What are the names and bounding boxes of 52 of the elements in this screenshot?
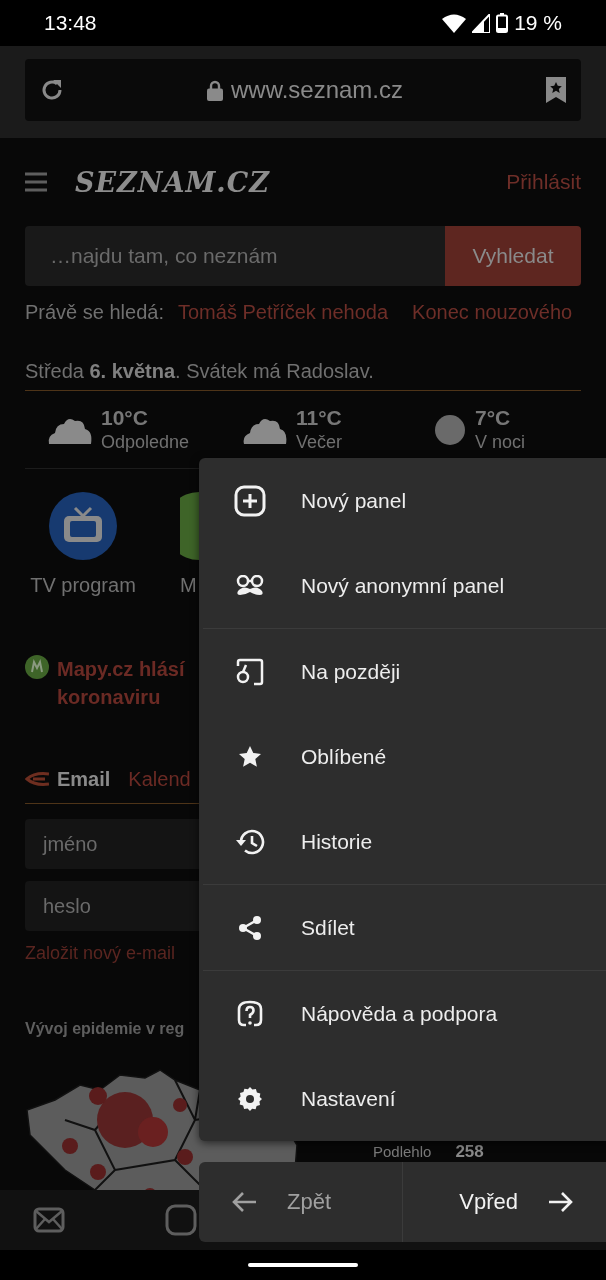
temperature: 10°C bbox=[101, 406, 149, 430]
menu-item[interactable]: Sdílet bbox=[199, 885, 606, 970]
stat-value: 258 bbox=[455, 1143, 484, 1160]
share-icon bbox=[237, 914, 263, 941]
search-button[interactable]: Vyhledat bbox=[445, 226, 581, 286]
menu-item[interactable]: Oblíbené bbox=[199, 714, 606, 799]
search-field[interactable]: …najdu tam, co neznám bbox=[25, 226, 445, 286]
mail-icon[interactable] bbox=[33, 1207, 65, 1233]
service-tab[interactable]: Email bbox=[25, 767, 111, 791]
battery-level: 19 % bbox=[514, 11, 562, 35]
day-period: Odpoledne bbox=[101, 431, 190, 454]
menu-item[interactable]: Nastavení bbox=[199, 1056, 606, 1141]
map-logo-icon bbox=[25, 655, 49, 679]
app-label[interactable]: M bbox=[180, 574, 197, 597]
address-bar[interactable]: www.seznam.cz bbox=[25, 59, 581, 121]
star-icon bbox=[238, 744, 262, 769]
temperature: 11°C bbox=[296, 406, 343, 430]
signal-icon bbox=[472, 13, 491, 33]
lock-icon bbox=[206, 79, 223, 101]
logo[interactable]: SEZNAM.CZ bbox=[75, 166, 270, 198]
tv-app-icon[interactable] bbox=[49, 492, 117, 560]
chart-title: Vývoj epidemie v reg bbox=[25, 1020, 186, 1038]
stat-label: Podlehlo bbox=[373, 1143, 432, 1160]
temperature: 7°C bbox=[475, 406, 512, 430]
wifi-icon bbox=[442, 13, 467, 33]
bookmark-star-icon[interactable] bbox=[545, 76, 567, 104]
left-arrow-icon bbox=[231, 1191, 257, 1213]
day-period: Večer bbox=[296, 431, 343, 454]
help-icon bbox=[237, 999, 263, 1028]
menu-item[interactable]: Na později bbox=[199, 629, 606, 714]
day-period: V noci bbox=[475, 431, 526, 454]
app-label[interactable]: TV program bbox=[30, 574, 136, 597]
plus-in-square-icon bbox=[234, 484, 266, 517]
trending-label: Právě se hledá: bbox=[25, 300, 164, 324]
moon-icon bbox=[433, 413, 467, 447]
clock: 13:48 bbox=[44, 11, 97, 35]
menu-item[interactable]: Historie bbox=[199, 799, 606, 884]
date-text: Středa 6. května. Svátek má Radoslav. bbox=[25, 359, 375, 383]
menu-item[interactable]: Nový anonymní panel bbox=[199, 543, 606, 628]
history-icon bbox=[235, 827, 265, 856]
menu-item[interactable]: Nápověda a podpora bbox=[199, 971, 606, 1056]
settings-icon bbox=[237, 1085, 263, 1112]
glasses-mustache-icon bbox=[235, 574, 265, 597]
url-text: www.seznam.cz bbox=[230, 76, 403, 104]
right-arrow-icon bbox=[548, 1191, 574, 1213]
menu-icon[interactable] bbox=[25, 172, 47, 192]
battery-icon bbox=[496, 13, 509, 33]
forward-button[interactable]: Vpřed bbox=[402, 1162, 606, 1242]
tabs-icon[interactable] bbox=[165, 1204, 197, 1236]
menu-item[interactable]: Nový panel bbox=[199, 458, 606, 543]
glasses-in-box-icon bbox=[235, 657, 265, 686]
email-logo-icon bbox=[25, 772, 49, 786]
